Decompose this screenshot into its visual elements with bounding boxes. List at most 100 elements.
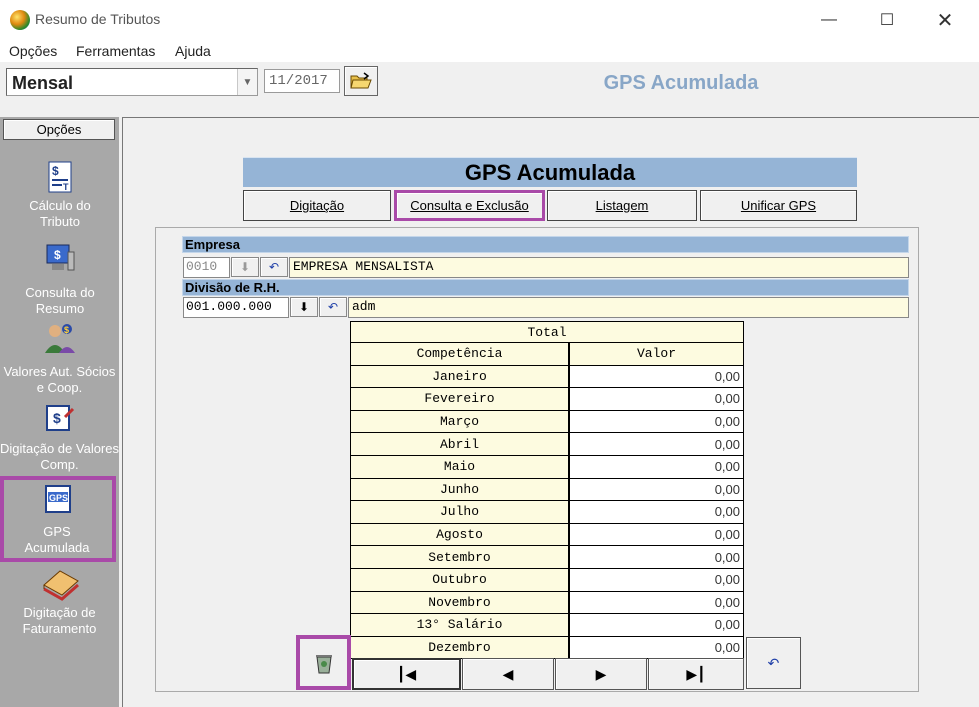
grid-value-cell[interactable]: 0,00 [569, 546, 744, 569]
grid-month-cell: Setembro [350, 546, 569, 569]
table-row[interactable]: Janeiro 0,00 [350, 365, 744, 389]
computer-query-icon: $ [43, 241, 77, 275]
empresa-code-field[interactable]: 0010 [183, 257, 230, 278]
grid-value-cell[interactable]: 0,00 [569, 523, 744, 547]
window-title: Resumo de Tributos [35, 11, 161, 27]
tab-unificar-gps[interactable]: Unificar GPS [700, 190, 857, 221]
next-record-button[interactable]: ▶ [555, 658, 647, 690]
dollar-pen-icon: $ [43, 401, 77, 435]
divisao-name-field: adm [348, 297, 909, 318]
table-row[interactable]: Julho 0,00 [350, 501, 744, 524]
table-row[interactable]: Outubro 0,00 [350, 568, 744, 592]
table-row[interactable]: Fevereiro 0,00 [350, 388, 744, 411]
undo-button[interactable]: ↶ [746, 637, 801, 689]
period-field[interactable]: 11/2017 [264, 69, 340, 93]
grid-month-cell: Julho [350, 501, 569, 524]
calculator-doc-icon: $ T [43, 160, 77, 194]
first-icon: ┃◀ [396, 665, 417, 682]
table-row[interactable]: Junho 0,00 [350, 478, 744, 502]
empresa-search-button[interactable]: ⬇ [231, 257, 259, 277]
next-icon: ▶ [595, 665, 607, 682]
table-row[interactable]: Maio 0,00 [350, 455, 744, 479]
delete-button[interactable] [296, 635, 351, 690]
sidebar-item-calculo[interactable]: $ T Cálculo do Tributo [0, 160, 119, 230]
svg-text:$: $ [53, 410, 61, 426]
table-row[interactable]: Setembro 0,00 [350, 546, 744, 569]
table-row[interactable]: Dezembro 0,00 [350, 636, 744, 660]
grid-month-cell: Outubro [350, 568, 569, 592]
mode-value: Mensal [12, 73, 74, 93]
stack-book-icon [40, 563, 80, 603]
grid-value-cell[interactable]: 0,00 [569, 433, 744, 456]
menu-opcoes[interactable]: Opções [9, 43, 57, 59]
grid-month-cell: Agosto [350, 523, 569, 547]
sidebar-item-label: Digitação de Faturamento [22, 605, 97, 636]
grid-value-cell[interactable]: 0,00 [569, 478, 744, 502]
users-money-icon: $ [43, 320, 77, 354]
sidebar-item-faturamento[interactable]: Digitação de Faturamento [0, 563, 119, 637]
grid-value-cell[interactable]: 0,00 [569, 365, 744, 389]
table-row[interactable]: Agosto 0,00 [350, 523, 744, 547]
tab-listagem[interactable]: Listagem [547, 190, 697, 221]
sidebar-item-gps-acumulada[interactable]: GPS GPS Acumulada [0, 476, 116, 562]
table-row[interactable]: Novembro 0,00 [350, 591, 744, 615]
empresa-name-field: EMPRESA MENSALISTA [289, 257, 909, 278]
sidebar-item-label: Digitação de Valores Comp. [0, 441, 119, 472]
gps-doc-icon: GPS [41, 482, 75, 516]
grid-value-cell[interactable]: 0,00 [569, 388, 744, 411]
close-button[interactable]: ✕ [922, 2, 968, 38]
grid-month-cell: 13° Salário [350, 614, 569, 637]
minimize-button[interactable]: — [806, 2, 852, 38]
sidebar-item-valores-aut[interactable]: $ Valores Aut. Sócios e Coop. [0, 320, 119, 396]
trash-icon [315, 654, 332, 673]
menu-ajuda[interactable]: Ajuda [175, 43, 211, 59]
empresa-undo-button[interactable]: ↶ [260, 257, 288, 277]
divisao-search-button[interactable]: ⬇ [290, 297, 318, 317]
chevron-down-icon[interactable]: ▼ [237, 69, 257, 95]
maximize-button[interactable]: ☐ [864, 2, 910, 38]
download-arrow-icon: ⬇ [298, 300, 310, 314]
svg-text:$: $ [64, 325, 69, 335]
table-row[interactable]: 13° Salário 0,00 [350, 614, 744, 637]
grid-col-valor: Valor [569, 343, 744, 366]
grid-value-cell[interactable]: 0,00 [569, 614, 744, 637]
grid-month-cell: Janeiro [350, 365, 569, 389]
grid-month-cell: Dezembro [350, 636, 569, 660]
grid-value-cell[interactable]: 0,00 [569, 591, 744, 615]
undo-icon: ↶ [268, 260, 280, 274]
previous-record-button[interactable]: ◀ [462, 658, 554, 690]
grid-value-cell[interactable]: 0,00 [569, 636, 744, 660]
table-row[interactable]: Março 0,00 [350, 410, 744, 434]
download-arrow-icon: ⬇ [239, 260, 251, 274]
grid-value-cell[interactable]: 0,00 [569, 501, 744, 524]
svg-text:$: $ [54, 248, 61, 262]
tab-digitacao[interactable]: Digitação [243, 190, 391, 221]
open-folder-button[interactable] [344, 66, 378, 96]
last-icon: ▶┃ [686, 665, 706, 682]
grid-title: Total [350, 321, 744, 343]
last-record-button[interactable]: ▶┃ [648, 658, 744, 690]
sidebar-item-digitacao-comp[interactable]: $ Digitação de Valores Comp. [0, 401, 119, 473]
tab-consulta-exclusao[interactable]: Consulta e Exclusão [394, 190, 545, 221]
grid-month-cell: Novembro [350, 591, 569, 615]
grid-value-cell[interactable]: 0,00 [569, 455, 744, 479]
svg-text:$: $ [52, 164, 59, 178]
first-record-button[interactable]: ┃◀ [352, 658, 461, 690]
empresa-label: Empresa [182, 236, 909, 253]
sidebar-item-label: Valores Aut. Sócios e Coop. [3, 364, 116, 395]
svg-text:T: T [63, 182, 69, 192]
divisao-undo-button[interactable]: ↶ [319, 297, 347, 317]
table-row[interactable]: Abril 0,00 [350, 433, 744, 456]
folder-open-icon [350, 72, 372, 89]
divisao-code-field[interactable]: 001.000.000 [183, 297, 289, 318]
menu-ferramentas[interactable]: Ferramentas [76, 43, 155, 59]
sidebar-item-consulta[interactable]: $ Consulta do Resumo [0, 241, 119, 317]
sidebar-item-label: Consulta do Resumo [25, 285, 95, 316]
mode-select[interactable]: Mensal ▼ [6, 68, 258, 96]
sidebar-heading[interactable]: Opções [3, 119, 115, 140]
grid-value-cell[interactable]: 0,00 [569, 410, 744, 434]
gps-grid: Total Competência Valor Janeiro 0,00 Fever… [350, 321, 744, 660]
grid-value-cell[interactable]: 0,00 [569, 568, 744, 592]
grid-month-cell: Fevereiro [350, 388, 569, 411]
grid-month-cell: Maio [350, 455, 569, 479]
